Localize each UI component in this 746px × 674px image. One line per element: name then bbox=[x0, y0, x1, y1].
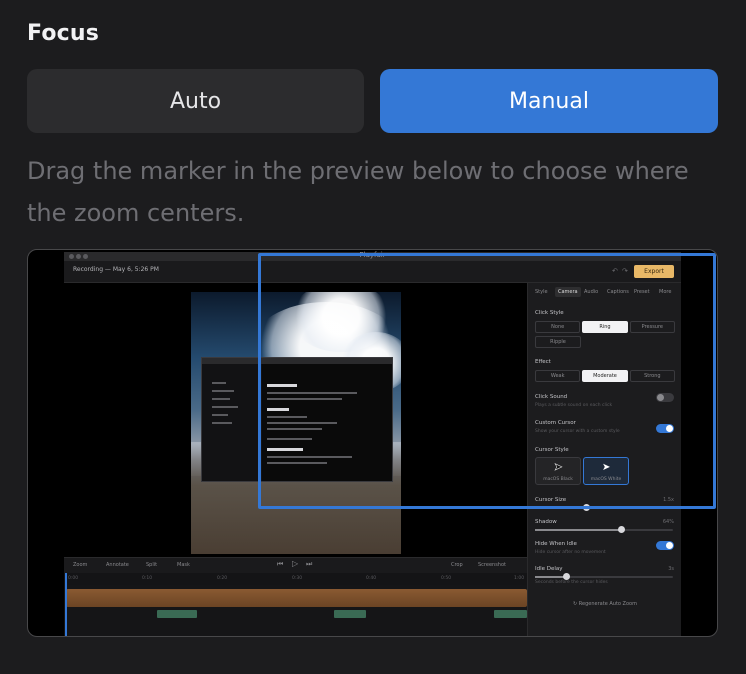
hide-when-idle-sub: Hide cursor after no movement bbox=[535, 550, 606, 555]
focus-manual-button[interactable]: Manual bbox=[380, 69, 718, 133]
focus-auto-button[interactable]: Auto bbox=[27, 69, 364, 133]
timeline-playhead bbox=[65, 573, 67, 636]
focus-description: Drag the marker in the preview below to … bbox=[27, 157, 689, 227]
timeline-zoom-segment bbox=[334, 610, 366, 618]
focus-auto-label: Auto bbox=[169, 88, 222, 114]
timeline-controls: Zoom Annotate Split Mask ⏮ ▷ ⏭ Crop Scre… bbox=[64, 557, 527, 573]
zoom-focus-marker[interactable] bbox=[258, 253, 716, 509]
control-crop: Crop bbox=[451, 562, 463, 568]
idle-delay-label: Idle Delay bbox=[535, 566, 563, 572]
hide-when-idle-label: Hide When Idle bbox=[535, 541, 577, 547]
timeline-ruler: 0:00 0:10 0:20 0:30 0:40 0:50 1:00 bbox=[64, 573, 527, 585]
control-annotate: Annotate bbox=[106, 562, 129, 568]
idle-delay-slider bbox=[535, 573, 673, 580]
timeline-zoom-segment bbox=[494, 610, 527, 618]
control-split: Split bbox=[146, 562, 158, 568]
hide-when-idle-toggle bbox=[656, 541, 674, 550]
skip-forward-icon: ⏭ bbox=[306, 560, 313, 568]
timeline-zoom-segment bbox=[157, 610, 197, 618]
recording-label: Recording — May 6, 5:26 PM bbox=[73, 266, 159, 273]
focus-title: Focus bbox=[27, 21, 100, 46]
focus-manual-label: Manual bbox=[509, 88, 589, 114]
regenerate-auto-zoom: ↻ Regenerate Auto Zoom bbox=[573, 601, 637, 607]
shadow-slider bbox=[535, 526, 673, 533]
shadow-value: 64% bbox=[662, 519, 674, 525]
control-mask: Mask bbox=[177, 562, 190, 568]
idle-delay-sub: Seconds before the cursor hides bbox=[535, 580, 608, 585]
idle-delay-value: 3s bbox=[668, 566, 674, 572]
shadow-label: Shadow bbox=[535, 519, 557, 525]
skip-back-icon: ⏮ bbox=[277, 560, 284, 568]
play-icon: ▷ bbox=[292, 559, 299, 568]
control-zoom: Zoom bbox=[73, 562, 88, 568]
control-screenshot: Screenshot bbox=[478, 562, 506, 568]
focus-preview[interactable]: Playfair Recording — May 6, 5:26 PM ↶ ↷ … bbox=[27, 249, 718, 637]
timeline-video-track bbox=[66, 589, 527, 607]
